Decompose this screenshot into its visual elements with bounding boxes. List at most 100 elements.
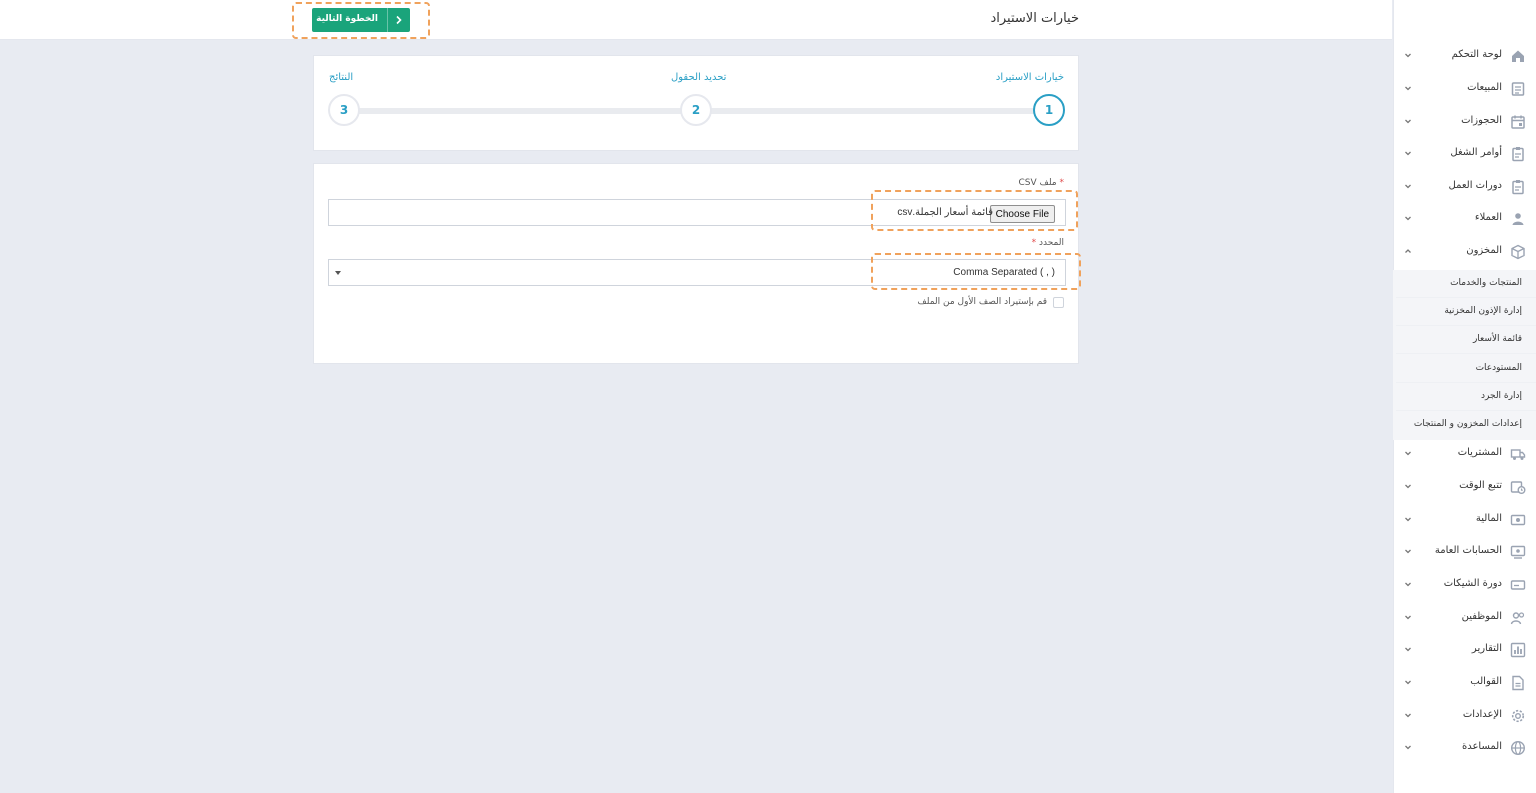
sidebar-item-label: المشتريات bbox=[1457, 447, 1502, 458]
step-2-circle[interactable]: 2 bbox=[680, 94, 712, 126]
globe-icon bbox=[1510, 740, 1526, 756]
delimiter-select[interactable]: Comma Separated ( , ) bbox=[328, 259, 1066, 286]
top-bar: خيارات الاستيراد الخطوة التالية bbox=[0, 0, 1392, 40]
next-step-label: الخطوة التالية bbox=[316, 14, 378, 24]
chevron-down-icon[interactable] bbox=[1403, 116, 1413, 126]
sidebar-item-cheques[interactable]: دورة الشيكات bbox=[1393, 569, 1536, 602]
sidebar-item-label: الحجوزات bbox=[1461, 115, 1502, 126]
clipboard-icon bbox=[1512, 147, 1524, 162]
submenu-item-price-lists[interactable]: قائمة الأسعار bbox=[1396, 326, 1536, 354]
chevron-down-icon[interactable] bbox=[1403, 742, 1413, 752]
sidebar-item-label: العملاء bbox=[1474, 212, 1502, 223]
gear-icon bbox=[1511, 709, 1525, 723]
submenu-item-inventory-settings[interactable]: إعدادات المخزون و المنتجات bbox=[1396, 411, 1536, 439]
chevron-down-icon[interactable] bbox=[1403, 677, 1413, 687]
submenu-item-stock-permits[interactable]: إدارة الإذون المخزنية bbox=[1396, 298, 1536, 326]
chevron-up-icon[interactable] bbox=[1403, 246, 1413, 256]
step-3-circle[interactable]: 3 bbox=[328, 94, 360, 126]
step-1-circle[interactable]: 1 bbox=[1033, 94, 1065, 126]
sidebar-item-help[interactable]: المساعدة bbox=[1393, 732, 1536, 765]
calendar-icon bbox=[1511, 115, 1525, 129]
chart-icon bbox=[1510, 642, 1526, 658]
sidebar-item-label: تتبع الوقت bbox=[1459, 480, 1502, 491]
chevron-right-icon bbox=[396, 15, 402, 25]
chevron-down-icon[interactable] bbox=[1403, 644, 1413, 654]
sidebar-item-label: المبيعات bbox=[1467, 82, 1502, 93]
sidebar-item-label: لوحة التحكم bbox=[1451, 49, 1502, 60]
cheque-icon bbox=[1510, 580, 1526, 590]
chevron-down-icon[interactable] bbox=[1403, 514, 1413, 524]
chevron-down-icon[interactable] bbox=[1403, 181, 1413, 191]
sidebar-item-label: دورة الشيكات bbox=[1443, 578, 1502, 589]
selected-file-name: قائمة أسعار الجملة.csv bbox=[897, 207, 993, 218]
sidebar-item-bookings[interactable]: الحجوزات bbox=[1393, 106, 1536, 139]
sidebar-item-dashboard[interactable]: لوحة التحكم bbox=[1393, 40, 1536, 73]
chevron-down-icon[interactable] bbox=[1403, 213, 1413, 223]
chevron-down-icon[interactable] bbox=[1403, 148, 1413, 158]
chevron-down-icon[interactable] bbox=[1403, 579, 1413, 589]
document-icon bbox=[1512, 675, 1524, 691]
sidebar-item-label: المساعدة bbox=[1461, 741, 1502, 752]
inventory-submenu: المنتجات والخدمات إدارة الإذون المخزنية … bbox=[1393, 270, 1536, 440]
submenu-item-products[interactable]: المنتجات والخدمات bbox=[1396, 270, 1536, 298]
chevron-down-icon[interactable] bbox=[1403, 481, 1413, 491]
ledger-icon bbox=[1510, 545, 1526, 559]
chevron-down-icon[interactable] bbox=[1403, 710, 1413, 720]
sidebar-item-settings[interactable]: الإعدادات bbox=[1393, 700, 1536, 733]
home-icon bbox=[1512, 50, 1524, 62]
chevron-down-icon[interactable] bbox=[1403, 83, 1413, 93]
user-icon bbox=[1512, 213, 1524, 225]
page-title: خيارات الاستيراد bbox=[990, 11, 1079, 26]
sidebar-item-purchases[interactable]: المشتريات bbox=[1393, 438, 1536, 471]
users-icon bbox=[1510, 612, 1525, 625]
clipboard-icon bbox=[1512, 180, 1524, 195]
sidebar: المنتجات والخدمات إدارة الإذون المخزنية … bbox=[1393, 0, 1536, 793]
sidebar-item-clients[interactable]: العملاء bbox=[1393, 203, 1536, 236]
sidebar-item-employees[interactable]: الموظفين bbox=[1393, 602, 1536, 635]
csv-file-input[interactable]: Choose File قائمة أسعار الجملة.csv bbox=[328, 199, 1066, 226]
sidebar-item-sales[interactable]: المبيعات bbox=[1393, 73, 1536, 106]
chevron-down-icon[interactable] bbox=[1403, 546, 1413, 556]
sidebar-item-inventory[interactable]: المخزون bbox=[1393, 236, 1536, 269]
money-icon bbox=[1510, 514, 1526, 526]
sidebar-item-label: الإعدادات bbox=[1462, 709, 1502, 720]
sidebar-item-label: الحسابات العامة bbox=[1434, 545, 1502, 556]
sidebar-item-label: التقارير bbox=[1471, 643, 1502, 654]
chevron-down-icon[interactable] bbox=[1403, 50, 1413, 60]
next-step-button[interactable]: الخطوة التالية bbox=[312, 8, 410, 32]
sidebar-item-label: أوامر الشغل bbox=[1450, 147, 1502, 158]
import-form-card: * ملف CSV Choose File قائمة أسعار الجملة… bbox=[313, 163, 1079, 364]
sidebar-item-label: دورات العمل bbox=[1448, 180, 1503, 191]
sidebar-item-finance[interactable]: المالية bbox=[1393, 504, 1536, 537]
sidebar-item-label: المالية bbox=[1475, 513, 1502, 524]
clock-calendar-icon bbox=[1510, 481, 1526, 494]
csv-file-label: * ملف CSV bbox=[1018, 178, 1064, 188]
sidebar-item-time-tracking[interactable]: تتبع الوقت bbox=[1393, 471, 1536, 504]
sidebar-item-workflows[interactable]: دورات العمل bbox=[1393, 171, 1536, 204]
caret-down-icon bbox=[335, 271, 341, 275]
step-3-label: النتائج bbox=[329, 72, 354, 83]
sidebar-item-templates[interactable]: القوالب bbox=[1393, 667, 1536, 700]
step-1-label: خيارات الاستيراد bbox=[995, 72, 1064, 83]
delimiter-value: Comma Separated ( , ) bbox=[953, 267, 1055, 278]
sidebar-item-work-orders[interactable]: أوامر الشغل bbox=[1393, 138, 1536, 171]
submenu-item-warehouses[interactable]: المستودعات bbox=[1396, 355, 1536, 383]
submenu-item-stocktaking[interactable]: إدارة الجرد bbox=[1396, 383, 1536, 411]
box-icon bbox=[1511, 244, 1525, 260]
chevron-down-icon[interactable] bbox=[1403, 448, 1413, 458]
sidebar-item-label: الموظفين bbox=[1461, 611, 1502, 622]
sales-icon bbox=[1511, 82, 1525, 96]
step-2-label: تحديد الحقول bbox=[671, 72, 727, 83]
sidebar-item-label: القوالب bbox=[1470, 676, 1502, 687]
sidebar-item-label: المخزون bbox=[1466, 245, 1502, 256]
delimiter-label: المحدد * bbox=[1031, 238, 1064, 248]
chevron-down-icon[interactable] bbox=[1403, 612, 1413, 622]
truck-icon bbox=[1510, 449, 1526, 460]
stepper-card: خيارات الاستيراد تحديد الحقول النتائج 1 … bbox=[313, 55, 1079, 151]
sidebar-item-reports[interactable]: التقارير bbox=[1393, 634, 1536, 667]
choose-file-button[interactable]: Choose File bbox=[989, 205, 1055, 223]
import-first-row-checkbox[interactable] bbox=[1053, 297, 1064, 308]
import-first-row-label: قم بإستيراد الصف الأول من الملف bbox=[917, 297, 1047, 307]
button-divider bbox=[387, 8, 388, 32]
sidebar-item-general-accounts[interactable]: الحسابات العامة bbox=[1393, 536, 1536, 569]
